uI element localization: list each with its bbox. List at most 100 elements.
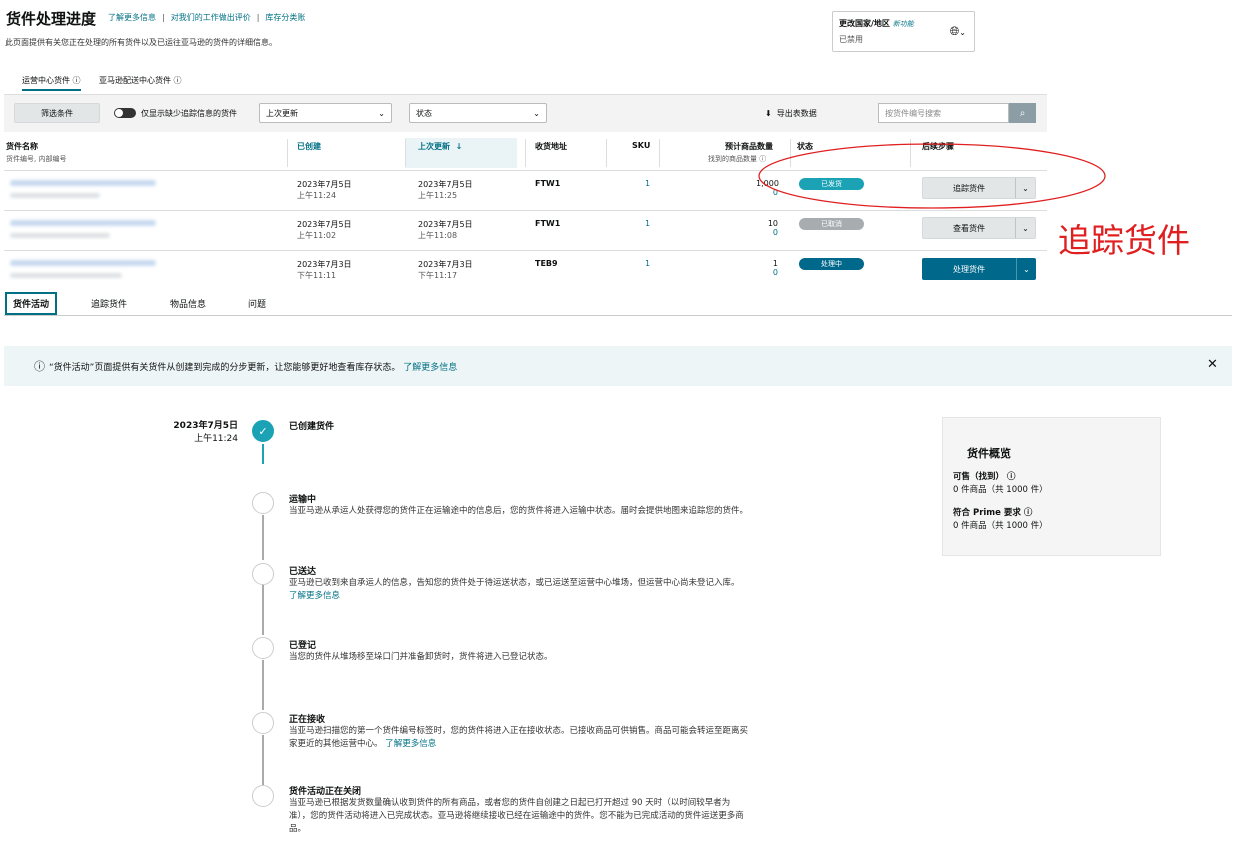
timeline-step-circle [252, 563, 274, 585]
summary-title: 货件概览 [967, 445, 1011, 461]
arrow-down-icon: ↓ [456, 142, 463, 151]
tab-shipment-activity[interactable]: 货件活动 [5, 292, 57, 315]
region-selector[interactable]: 更改国家/地区 新功能 已禁用 🌐︎⌄ [832, 11, 975, 52]
created-cell: 2023年7月5日上午11:02 [297, 219, 352, 241]
col-header-updated[interactable]: 上次更新 ↓ [418, 141, 462, 152]
col-header-name-sub: 货件编号, 内部编号 [6, 154, 66, 164]
search-input[interactable]: 按货件编号搜索 [878, 103, 1009, 123]
sku-cell[interactable]: 1 [645, 259, 650, 268]
banner-text: “货件活动”页面提供有关货件从创建到完成的分步更新，让您能够更好地查看库存状态。… [49, 360, 457, 373]
search-button[interactable]: ⌕ [1009, 103, 1036, 123]
timeline-step-title: 已创建货件 [289, 419, 334, 432]
qty-cell: 100 [756, 219, 778, 237]
learn-more-link[interactable]: 了解更多信息 [108, 12, 156, 23]
updated-cell: 2023年7月5日上午11:25 [418, 179, 473, 201]
globe-icon: 🌐︎⌄ [950, 24, 966, 39]
info-icon: ⓘ [34, 358, 45, 374]
prime-value: 0 件商品（共 1000 件） [953, 519, 1048, 531]
updated-cell: 2023年7月3日下午11:17 [418, 259, 473, 281]
status-select[interactable]: 状态⌄ [409, 103, 547, 123]
shipment-id-redacted [10, 193, 100, 198]
sku-cell[interactable]: 1 [645, 219, 650, 228]
shipment-summary-card: 货件概览 可售（找到） ⓘ 0 件商品（共 1000 件） 符合 Prime 要… [942, 417, 1161, 556]
page-subtitle: 此页面提供有关您正在处理的所有货件以及已运往亚马逊的货件的详细信息。 [5, 37, 277, 48]
col-header-created[interactable]: 已创建 [297, 141, 321, 152]
col-header-address: 收货地址 [535, 141, 567, 152]
sellable-label: 可售（找到） ⓘ [953, 470, 1016, 482]
timeline-step-title: 已送达 [289, 564, 316, 577]
annotation-label: 追踪货件 [1058, 214, 1190, 262]
timeline-step-desc: 当亚马逊从承运人处获得您的货件正在运输途中的信息后，您的货件将进入运输中状态。届… [289, 505, 749, 518]
timeline-step-circle [252, 637, 274, 659]
separator: | [257, 13, 260, 22]
banner-learn-more-link[interactable]: 了解更多信息 [403, 363, 457, 373]
chevron-down-icon: ⌄ [378, 109, 385, 118]
tab-item-info[interactable]: 物品信息 [170, 297, 206, 310]
shipment-name-redacted[interactable] [10, 260, 156, 266]
address-cell: FTW1 [535, 219, 560, 228]
timeline-step-title: 已登记 [289, 638, 316, 651]
address-cell: TEB9 [535, 259, 558, 268]
export-button[interactable]: ⬇︎ 导出表数据 [765, 108, 817, 119]
header-links: 了解更多信息 | 对我们的工作做出评价 | 库存分类账 [108, 12, 305, 23]
sellable-value: 0 件商品（共 1000 件） [953, 483, 1048, 495]
feedback-link[interactable]: 对我们的工作做出评价 [171, 12, 251, 23]
learn-more-link[interactable]: 了解更多信息 [289, 591, 340, 601]
sku-cell[interactable]: 1 [645, 179, 650, 188]
search-icon: ⌕ [1020, 108, 1026, 119]
timeline-step-desc: 亚马逊已收到来自承运人的信息，告知您的货件处于待运送状态，或已运送至运营中心堆场… [289, 577, 749, 603]
shipment-id-redacted [10, 273, 122, 278]
timeline-step-title: 运输中 [289, 492, 316, 505]
info-icon: ⓘ [174, 76, 182, 85]
qty-cell: 10 [756, 259, 778, 277]
address-cell: FTW1 [535, 179, 560, 188]
toggle-label: 仅显示缺少追踪信息的货件 [141, 108, 237, 119]
timeline-time: 上午11:24 [172, 431, 238, 444]
info-icon: ⓘ [1007, 472, 1016, 482]
tab-problems[interactable]: 问题 [248, 297, 266, 310]
learn-more-link[interactable]: 了解更多信息 [385, 739, 436, 749]
timeline-step-circle [252, 785, 274, 807]
shipment-id-redacted [10, 233, 110, 238]
updated-cell: 2023年7月5日上午11:08 [418, 219, 473, 241]
tab-fc-shipments[interactable]: 运营中心货件 ⓘ [22, 75, 81, 91]
chevron-down-icon: ⌄ [533, 109, 540, 118]
prime-label: 符合 Prime 要求 ⓘ [953, 506, 1032, 518]
shipment-name-redacted[interactable] [10, 220, 156, 226]
timeline-step-circle [252, 492, 274, 514]
region-status: 已禁用 [839, 34, 863, 45]
annotation-ellipse [755, 140, 1110, 212]
download-icon: ⬇︎ [765, 109, 772, 118]
timeline-step-desc: 当亚马逊扫描您的第一个货件编号标签时，您的货件将进入正在接收状态。已接收商品可供… [289, 725, 749, 751]
ledger-link[interactable]: 库存分类账 [265, 12, 305, 23]
timeline-step-desc: 当亚马逊已根据发货数量确认收到货件的所有商品，或者您的货件自创建之日起已打开超过… [289, 797, 749, 836]
work-on-shipment-button[interactable]: 处理货件⌄ [922, 258, 1036, 280]
chevron-down-icon: ⌄ [1015, 218, 1035, 238]
filter-button[interactable]: 筛选条件 [14, 103, 100, 123]
view-shipment-button[interactable]: 查看货件⌄ [922, 217, 1036, 239]
tab-amazon-dc-shipments[interactable]: 亚马逊配送中心货件 ⓘ [99, 75, 182, 86]
timeline-date: 2023年7月5日 [172, 418, 238, 431]
separator: | [162, 13, 165, 22]
tab-track-shipment[interactable]: 追踪货件 [91, 297, 127, 310]
status-badge: 处理中 [799, 258, 864, 270]
region-title: 更改国家/地区 新功能 [839, 18, 914, 29]
timeline-step-circle [252, 712, 274, 734]
close-icon[interactable]: ✕ [1207, 357, 1218, 372]
new-badge: 新功能 [893, 20, 914, 28]
status-badge: 已取消 [799, 218, 864, 230]
timeline-step-title: 正在接收 [289, 712, 325, 725]
timeline-step-title: 货件活动正在关闭 [289, 784, 361, 797]
info-icon: ⓘ [73, 76, 81, 85]
missing-tracking-toggle[interactable] [114, 108, 136, 118]
info-banner: ⓘ “货件活动”页面提供有关货件从创建到完成的分步更新，让您能够更好地查看库存状… [4, 346, 1232, 386]
page-title: 货件处理进度 [6, 8, 96, 29]
created-cell: 2023年7月3日下午11:11 [297, 259, 352, 281]
created-cell: 2023年7月5日上午11:24 [297, 179, 352, 201]
shipment-name-redacted[interactable] [10, 180, 156, 186]
timeline-step-desc: 当您的货件从堆场移至垛口门并准备卸货时，货件将进入已登记状态。 [289, 651, 749, 664]
col-header-name: 货件名称 [6, 141, 38, 152]
sort-select[interactable]: 上次更新⌄ [259, 103, 392, 123]
chevron-down-icon: ⌄ [1016, 258, 1036, 280]
info-icon: ⓘ [1024, 508, 1033, 518]
